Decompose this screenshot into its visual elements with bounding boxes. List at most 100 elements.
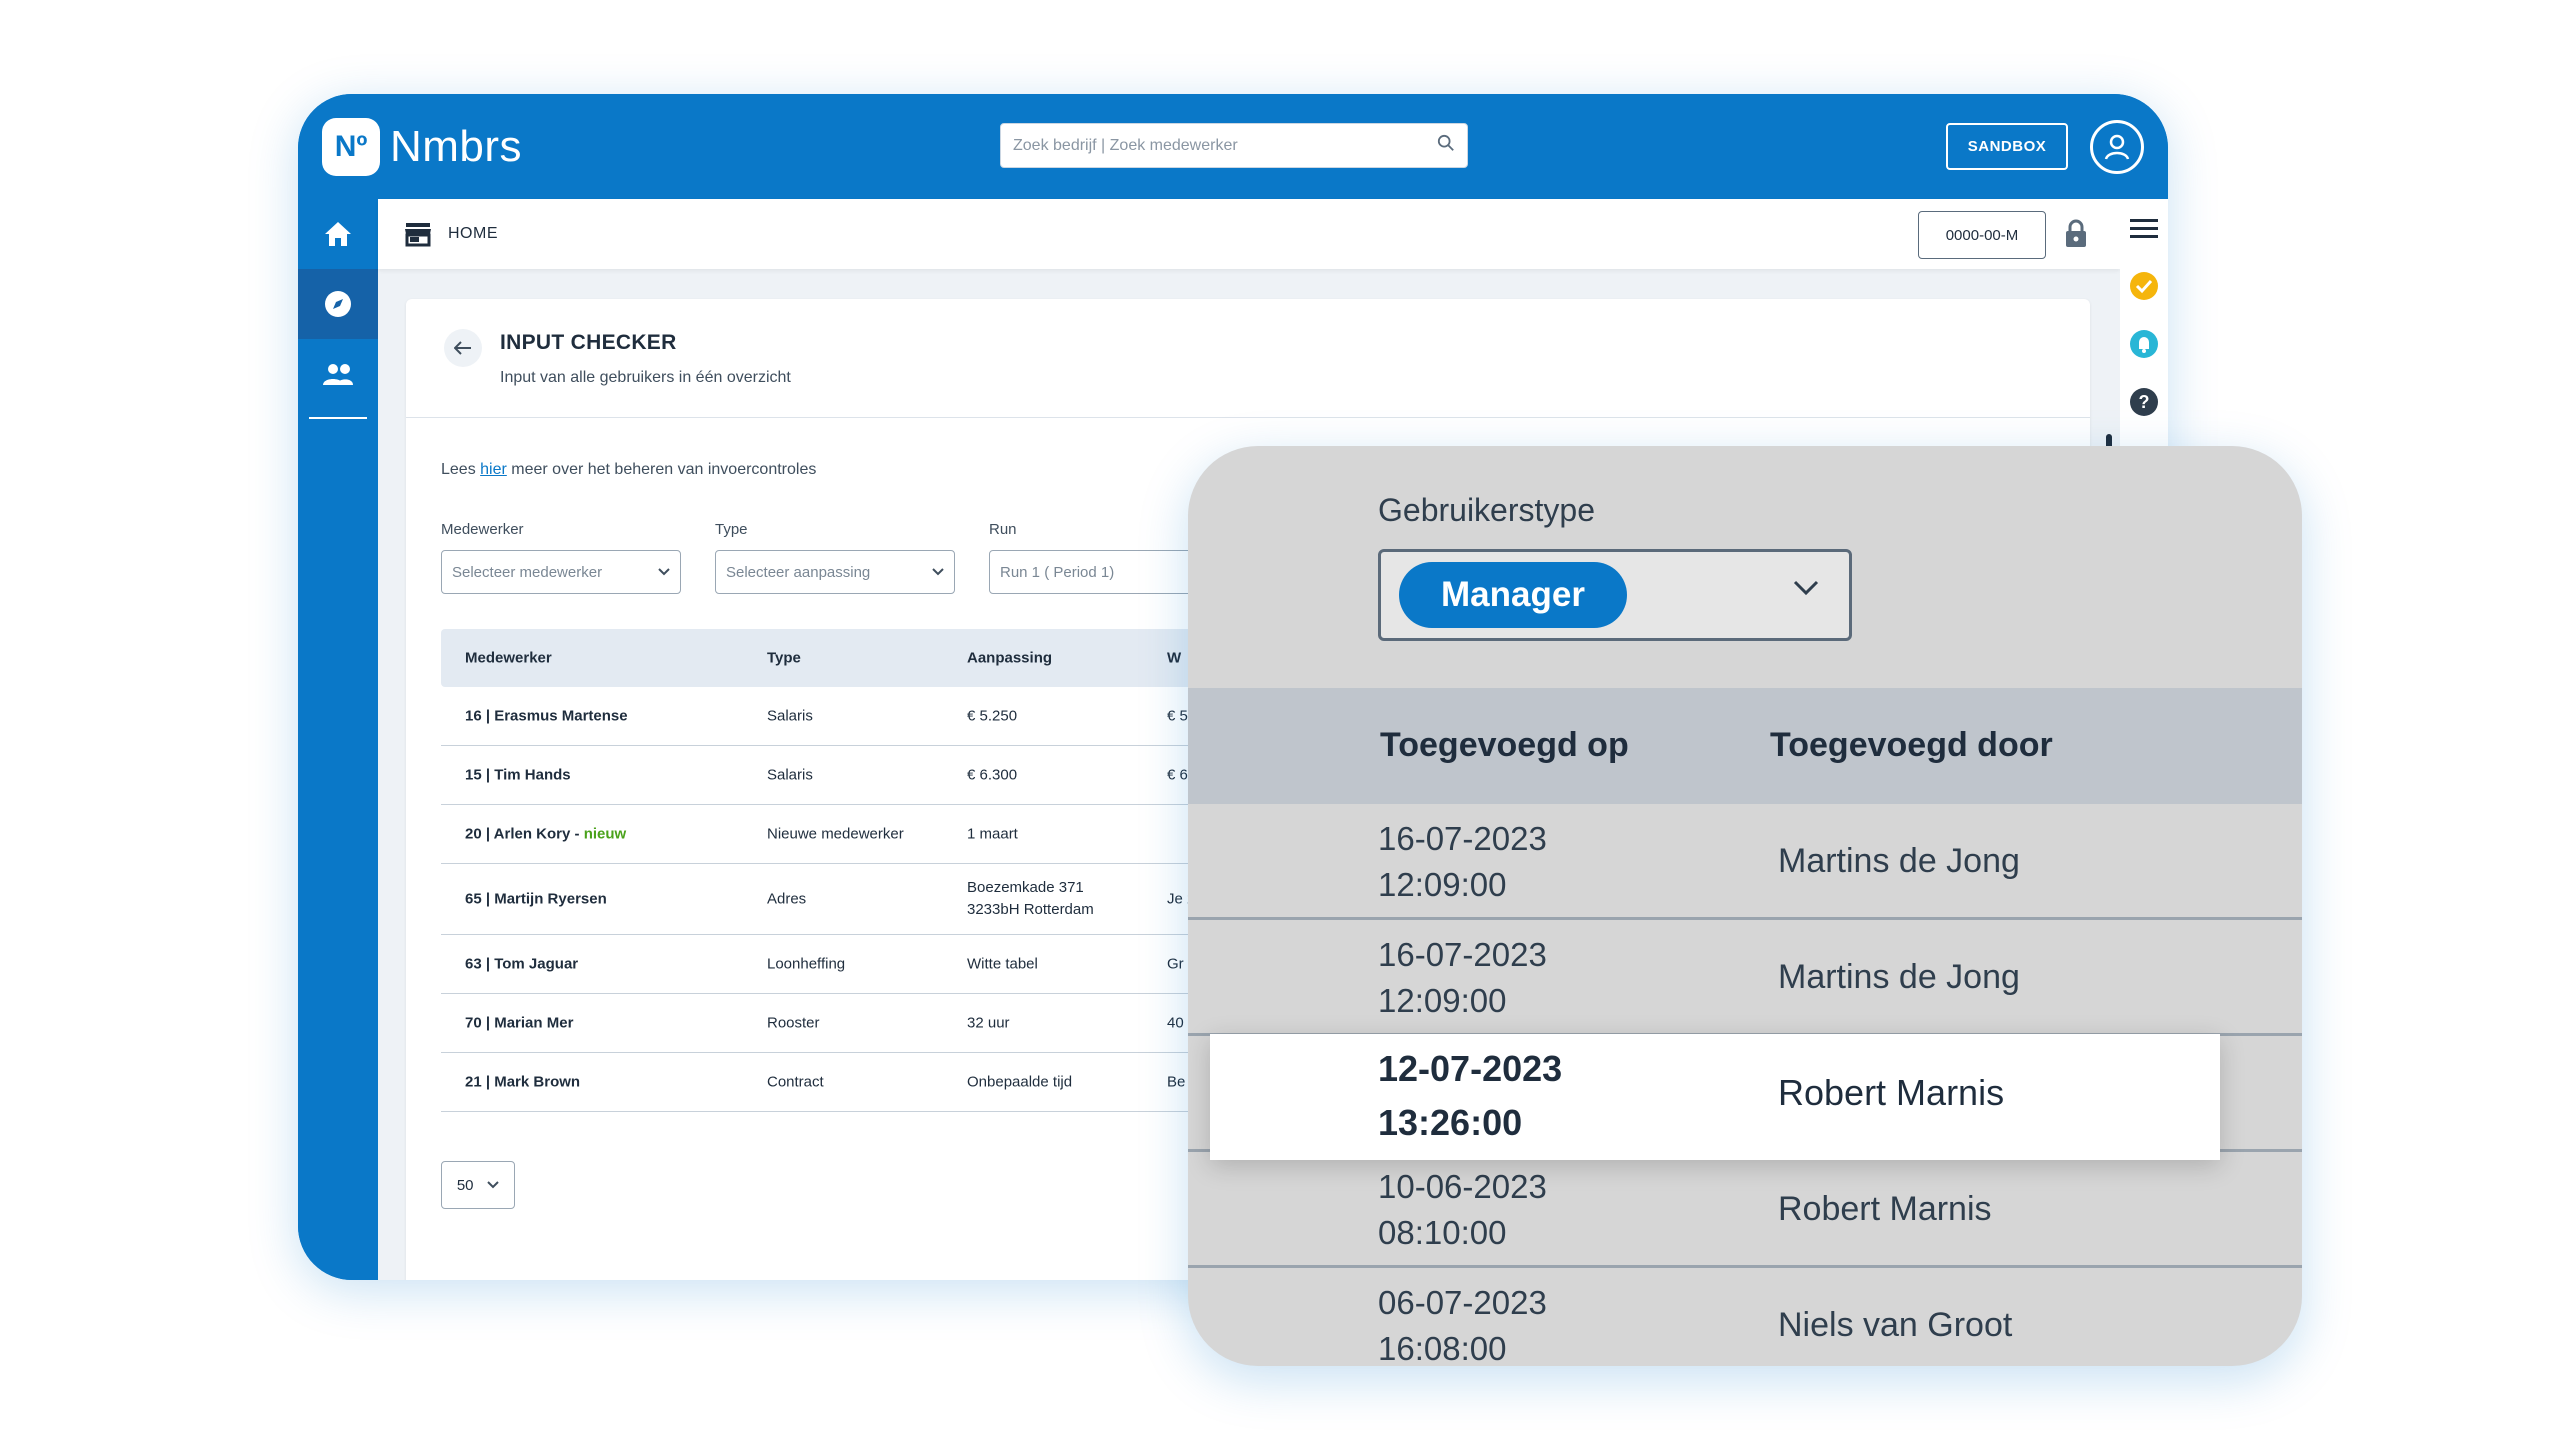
logo-text: Nmbrs: [390, 122, 523, 171]
history-datetime: 16-07-2023 12:09:00: [1378, 936, 1547, 1019]
filter-type-select[interactable]: Selecteer aanpassing: [715, 550, 955, 594]
col-medewerker[interactable]: Medewerker: [465, 650, 552, 667]
info-prefix: Lees: [441, 461, 481, 478]
period-field[interactable]: 0000-00-M: [1918, 211, 2046, 259]
people-icon: [323, 364, 353, 385]
filter-run-label: Run: [989, 521, 1017, 538]
history-user: Martins de Jong: [1778, 842, 2020, 880]
history-user: Robert Marnis: [1778, 1072, 2005, 1113]
filter-run-value: Run 1 ( Period 1): [1000, 563, 1115, 581]
cell-medewerker: 15 | Tim Hands: [465, 766, 571, 784]
history-datetime: 16-07-2023 12:09:00: [1378, 820, 1547, 903]
cell-medewerker: 65 | Martijn Ryersen: [465, 890, 607, 908]
check-circle-icon: [2130, 272, 2158, 300]
filter-medewerker-label: Medewerker: [441, 521, 524, 538]
col-aanpassing[interactable]: Aanpassing: [967, 650, 1052, 667]
cell-extra: Gr: [1167, 955, 1184, 973]
filter-medewerker-select[interactable]: Selecteer medewerker: [441, 550, 681, 594]
filter-type-value: Selecteer aanpassing: [726, 563, 871, 581]
notifications-button[interactable]: [2120, 315, 2168, 373]
history-user: Martins de Jong: [1778, 958, 2020, 996]
cell-medewerker: 70 | Marian Mer: [465, 1014, 574, 1032]
search-input[interactable]: [1013, 136, 1437, 155]
cell-medewerker: 16 | Erasmus Martense: [465, 707, 628, 725]
history-row[interactable]: 06-07-2023 16:08:00 Niels van Groot: [1188, 1268, 2302, 1366]
nav-home[interactable]: [298, 199, 378, 269]
cell-extra: € 6: [1167, 766, 1188, 784]
cell-type: Adres: [767, 890, 807, 908]
cell-type: Contract: [767, 1073, 824, 1091]
top-bar: Nº Nmbrs SANDBOX: [298, 94, 2168, 199]
col-extra[interactable]: W: [1167, 650, 1181, 667]
back-button[interactable]: [444, 329, 482, 367]
history-datetime: 06-07-2023 16:08:00: [1378, 1284, 1547, 1366]
chevron-down-icon: [1793, 580, 1819, 596]
cell-type: Salaris: [767, 707, 813, 725]
breadcrumb-bar: HOME 0000-00-M: [378, 199, 2120, 269]
search-box[interactable]: [1000, 123, 1468, 168]
history-user: Niels van Groot: [1778, 1306, 2013, 1344]
nav-people[interactable]: [298, 339, 378, 409]
user-type-label: Gebruikerstype: [1378, 492, 1595, 528]
hamburger-icon: [2130, 219, 2158, 238]
history-table-header: Toegevoegd op Toegevoegd door: [1188, 688, 2302, 804]
history-datetime: 10-06-2023 08:10:00: [1378, 1168, 1547, 1251]
cell-medewerker: 63 | Tom Jaguar: [465, 955, 579, 973]
cell-aanpassing: Witte tabel: [967, 955, 1038, 973]
cell-aanpassing: € 5.250: [967, 707, 1018, 725]
user-avatar-button[interactable]: [2090, 120, 2144, 174]
cell-aanpassing: Onbepaalde tijd: [967, 1073, 1073, 1091]
cell-type: Rooster: [767, 1014, 820, 1032]
home-icon: [325, 222, 351, 246]
cell-aanpassing: € 6.300: [967, 766, 1018, 784]
logo-mark: Nº: [322, 118, 380, 176]
store-icon: [404, 221, 432, 252]
new-badge: nieuw: [583, 825, 627, 843]
nav-explore[interactable]: [298, 269, 378, 339]
help-icon: ?: [2130, 388, 2158, 416]
cell-medewerker: 20 | Arlen Kory - nieuw: [465, 825, 627, 843]
chevron-down-icon: [487, 1181, 499, 1189]
left-nav: [298, 199, 378, 1280]
chevron-down-icon: [932, 568, 944, 576]
sandbox-button[interactable]: SANDBOX: [1946, 123, 2068, 170]
page-subtitle: Input van alle gebruikers in één overzic…: [500, 369, 791, 386]
history-row[interactable]: 16-07-2023 12:09:00 Martins de Jong: [1188, 920, 2302, 1036]
col-type[interactable]: Type: [767, 650, 801, 667]
cell-aanpassing: 1 maart: [967, 825, 1018, 843]
info-link[interactable]: hier: [480, 461, 507, 478]
chevron-down-icon: [658, 568, 670, 576]
compass-icon: [325, 291, 351, 317]
cell-type: Loonheffing: [767, 955, 846, 973]
col-added-on[interactable]: Toegevoegd op: [1380, 726, 1629, 765]
page-size-value: 50: [456, 1176, 474, 1194]
page-size-select[interactable]: 50: [441, 1161, 515, 1209]
logo[interactable]: Nº Nmbrs: [322, 118, 522, 176]
lock-icon[interactable]: [2064, 219, 2088, 254]
search-icon[interactable]: [1437, 134, 1455, 157]
history-user: Robert Marnis: [1778, 1190, 1992, 1228]
page-title: INPUT CHECKER: [500, 331, 677, 354]
history-row[interactable]: 10-06-2023 08:10:00 Robert Marnis: [1188, 1152, 2302, 1268]
breadcrumb-home[interactable]: HOME: [448, 225, 498, 243]
cell-extra: € 5: [1167, 707, 1188, 725]
menu-button[interactable]: [2120, 199, 2168, 257]
cell-type: Nieuwe medewerker: [767, 825, 904, 843]
col-added-by[interactable]: Toegevoegd door: [1770, 726, 2053, 765]
nav-divider: [309, 417, 367, 419]
user-icon: [2104, 134, 2130, 160]
user-type-select[interactable]: Manager: [1378, 549, 1852, 641]
bell-icon: [2130, 330, 2158, 358]
help-button[interactable]: ?: [2120, 373, 2168, 431]
tasks-button[interactable]: [2120, 257, 2168, 315]
svg-text:?: ?: [2139, 392, 2150, 412]
selected-user-type-chip[interactable]: Manager: [1399, 562, 1627, 628]
cell-medewerker: 21 | Mark Brown: [465, 1073, 581, 1091]
history-row[interactable]: 16-07-2023 12:09:00 Martins de Jong: [1188, 804, 2302, 920]
cell-aanpassing: Boezemkade 371 3233bH Rotterdam: [967, 879, 1094, 918]
divider: [406, 417, 2090, 418]
cell-type: Salaris: [767, 766, 813, 784]
filter-medewerker-value: Selecteer medewerker: [452, 563, 603, 581]
history-row-highlighted[interactable]: 12-07-2023 13:26:00 Robert Marnis: [1210, 1034, 2220, 1160]
user-type-zoom-panel: Gebruikerstype Manager Toegevoegd op Toe…: [1188, 446, 2302, 1366]
